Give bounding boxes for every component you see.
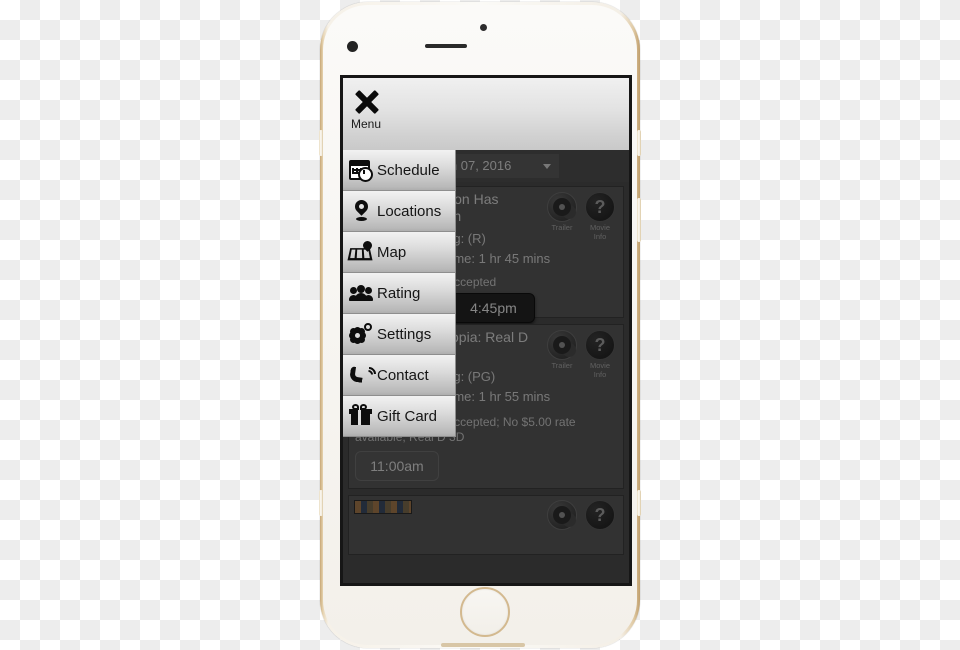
- app-header-bar: Menu: [343, 78, 629, 150]
- folded-map-icon: [347, 239, 374, 265]
- menu-item-label: Gift Card: [377, 407, 438, 425]
- showtimes-row: 11:00am: [355, 451, 617, 481]
- menu-item-label: Schedule: [377, 161, 440, 179]
- movie-poster: [354, 500, 412, 514]
- film-reel-icon: [547, 500, 577, 530]
- phone-body: Menu March 07, 2016 London Has Fallen Ra…: [323, 5, 637, 647]
- question-mark-icon: ?: [585, 500, 615, 530]
- slide-out-menu: Schedule Locations Map Rating Settings C…: [343, 150, 456, 437]
- menu-item-label: Rating: [377, 284, 421, 302]
- bottom-antenna-band: [441, 643, 525, 647]
- phone-device-frame: Menu March 07, 2016 London Has Fallen Ra…: [319, 2, 641, 648]
- volume-down-button[interactable]: [637, 198, 641, 242]
- volume-up-button[interactable]: [637, 130, 641, 156]
- menu-item-label: Contact: [377, 366, 429, 384]
- menu-item-schedule[interactable]: Schedule: [343, 150, 456, 191]
- menu-toggle-label: Menu: [351, 117, 382, 131]
- map-pin-icon: [348, 197, 374, 224]
- people-group-icon: [348, 280, 374, 306]
- menu-toggle-button[interactable]: Menu: [351, 88, 403, 131]
- phone-screen: Menu March 07, 2016 London Has Fallen Ra…: [340, 75, 632, 586]
- gift-box-icon: [348, 403, 374, 429]
- trailer-button-label: Trailer: [551, 223, 573, 232]
- menu-item-label: Locations: [377, 202, 442, 220]
- power-button[interactable]: [637, 490, 641, 516]
- menu-item-rating[interactable]: Rating: [343, 273, 456, 314]
- gear-icon: [348, 321, 374, 347]
- phone-ringing-icon: [348, 362, 379, 388]
- trailer-button-label: Trailer: [551, 361, 573, 370]
- menu-item-gift-card[interactable]: Gift Card: [343, 396, 456, 437]
- proximity-sensor-icon: [347, 41, 358, 52]
- earpiece-speaker: [425, 44, 467, 48]
- movie-info-button[interactable]: ? Movie Info: [585, 192, 615, 241]
- movie-info-button[interactable]: ?: [585, 500, 615, 530]
- home-button[interactable]: [460, 587, 510, 637]
- trailer-button[interactable]: Trailer: [547, 192, 577, 232]
- menu-item-map[interactable]: Map: [343, 232, 456, 273]
- movie-info-button-label: Movie Info: [589, 361, 610, 379]
- close-x-icon: [353, 88, 381, 116]
- chevron-down-icon: [543, 164, 551, 169]
- menu-item-label: Map: [377, 243, 407, 261]
- question-mark-icon: ?: [585, 330, 615, 360]
- menu-item-locations[interactable]: Locations: [343, 191, 456, 232]
- movie-info-button-label: Movie Info: [589, 223, 610, 241]
- trailer-button[interactable]: Trailer: [547, 330, 577, 370]
- movie-card-partial[interactable]: ?: [348, 495, 624, 555]
- movie-info-button[interactable]: ? Movie Info: [585, 330, 615, 379]
- trailer-button[interactable]: [547, 500, 577, 530]
- menu-item-label: Settings: [377, 325, 432, 343]
- front-camera-icon: [480, 24, 487, 31]
- menu-item-settings[interactable]: Settings: [343, 314, 456, 355]
- showtime-button-selected[interactable]: 4:45pm: [451, 293, 536, 323]
- showtime-button[interactable]: 11:00am: [355, 451, 439, 481]
- film-reel-icon: [547, 330, 577, 360]
- menu-item-contact[interactable]: Contact: [343, 355, 456, 396]
- question-mark-icon: ?: [585, 192, 615, 222]
- calendar-clock-icon: [348, 157, 374, 183]
- film-reel-icon: [547, 192, 577, 222]
